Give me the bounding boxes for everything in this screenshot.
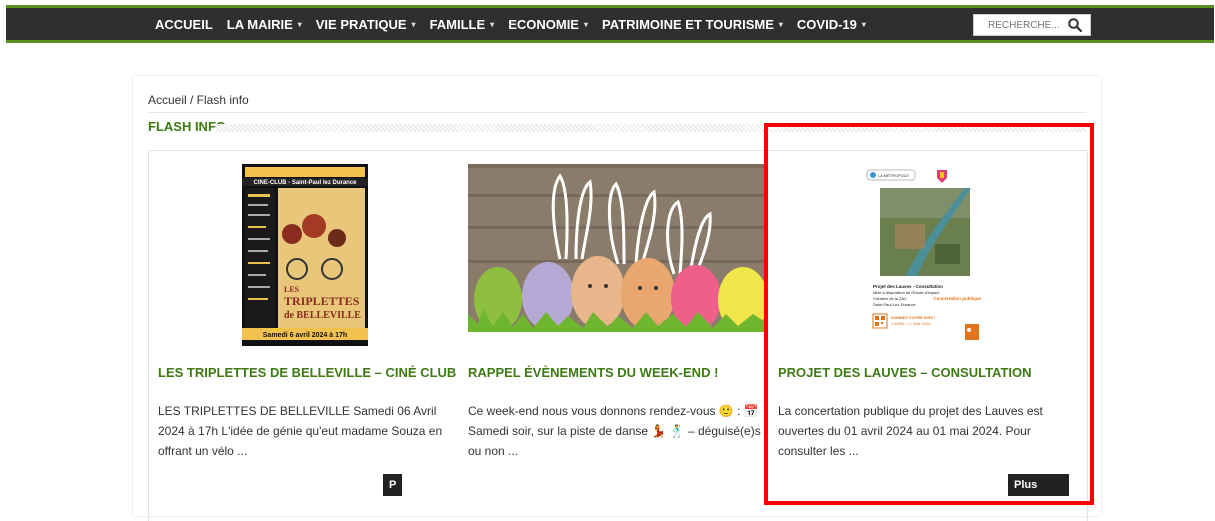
caret-down-icon: ▾	[490, 19, 495, 29]
doc-line: Création de la ZAC	[873, 296, 907, 301]
post-excerpt: Ce week-end nous vous donnons rendez-vou…	[468, 404, 761, 458]
doc-line: Mise à disposition de l'Etude d'impact	[873, 290, 940, 295]
post-title-link[interactable]: RAPPEL ÉVÈNEMENTS DU WEEK-END !	[468, 365, 718, 380]
post-thumbnail-projet-lauves[interactable]: LA MÉTROPOLE Projet des Lauves - Consult…	[865, 164, 985, 346]
section-title-stripes	[216, 124, 1086, 132]
caret-down-icon: ▾	[297, 19, 302, 29]
doc-dates: 1 AVRIL > 1 MAI 2024	[891, 321, 931, 326]
nav-item-la-mairie[interactable]: LA MAIRIE ▾	[220, 17, 309, 32]
section-title: FLASH INFO	[148, 119, 226, 134]
poster-date: Samedi 6 avril 2024 à 17h	[263, 332, 347, 339]
nav-item-economie[interactable]: ECONOMIE ▾	[501, 17, 595, 32]
read-more-button[interactable]: P	[383, 474, 403, 496]
caret-down-icon: ▾	[861, 19, 866, 29]
poster-title-line: LES	[284, 285, 300, 294]
nav-item-accueil[interactable]: ACCUEIL	[148, 17, 220, 32]
search-input[interactable]	[974, 18, 1070, 32]
search-box	[973, 14, 1091, 36]
search-icon[interactable]	[1068, 18, 1083, 37]
post-title-link[interactable]: LES TRIPLETTES DE BELLEVILLE – CINÉ CLUB	[158, 365, 456, 380]
caret-down-icon: ▾	[583, 19, 588, 29]
caret-down-icon: ▾	[778, 19, 783, 29]
doc-tag: Concertation publique	[933, 296, 981, 301]
nav-item-patrimoine-et-tourisme[interactable]: PATRIMOINE ET TOURISME ▾	[595, 17, 790, 32]
post-thumbnail-easter-eggs[interactable]	[468, 164, 768, 332]
nav-item-famille[interactable]: FAMILLE ▾	[423, 17, 502, 32]
post-title-link[interactable]: PROJET DES LAUVES – CONSULTATION	[778, 365, 1032, 380]
nav-item-covid-19[interactable]: COVID-19 ▾	[790, 17, 873, 32]
doc-cta: DONNEZ VOTRE AVIS !	[891, 315, 935, 320]
post-thumbnail-cine-club-poster[interactable]: CINE-CLUB - Saint-Paul lez Durance LES T…	[242, 164, 368, 346]
content-card: Accueil / Flash info FLASH INFO CINE-CLU…	[133, 76, 1101, 521]
poster-title-line: TRIPLETTES	[284, 294, 360, 308]
caret-down-icon: ▾	[411, 19, 416, 29]
doc-line: Saint-Paul-Lez-Durance	[873, 302, 916, 307]
poster-header: CINE-CLUB - Saint-Paul lez Durance	[253, 180, 357, 186]
divider	[148, 112, 1086, 113]
posts-grid: CINE-CLUB - Saint-Paul lez Durance LES T…	[148, 150, 1088, 521]
plus-d-info-button[interactable]: Plus d'info	[1008, 474, 1069, 513]
main-menu: ACCUEIL LA MAIRIE ▾ VIE PRATIQUE ▾ FAMILLE…	[148, 8, 873, 40]
post-excerpt: La concertation publique du projet des L…	[778, 404, 1043, 458]
metropole-logo: LA MÉTROPOLE	[878, 173, 909, 178]
post-excerpt: LES TRIPLETTES DE BELLEVILLE Samedi 06 A…	[158, 404, 443, 458]
breadcrumb: Accueil / Flash info	[148, 93, 249, 107]
doc-heading: Projet des Lauves - Consultation	[873, 284, 943, 289]
top-navigation-bar: ACCUEIL LA MAIRIE ▾ VIE PRATIQUE ▾ FAMILLE…	[6, 5, 1214, 43]
poster-title-line: de BELLEVILLE	[284, 310, 361, 321]
nav-item-vie-pratique[interactable]: VIE PRATIQUE ▾	[309, 17, 423, 32]
